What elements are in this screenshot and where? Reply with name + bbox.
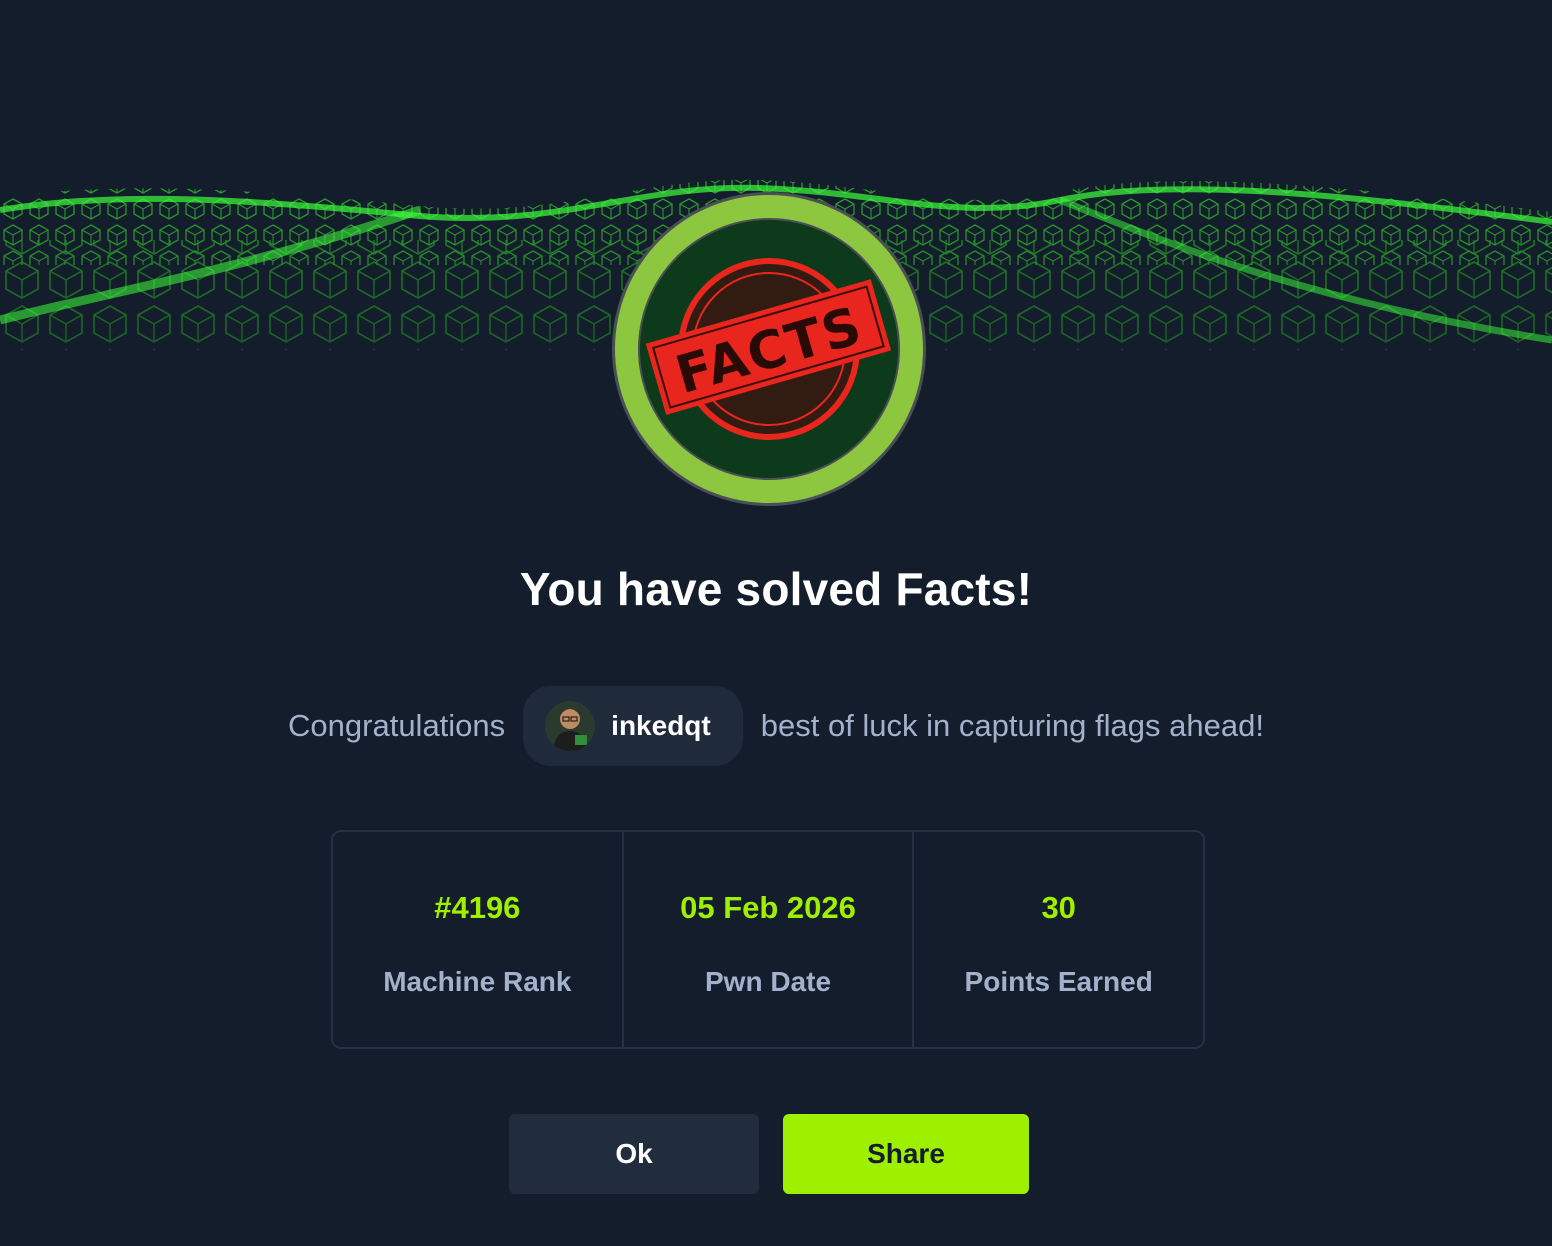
machine-badge-icon: FACTS xyxy=(610,190,928,508)
username: inkedqt xyxy=(611,710,711,741)
stat-label: Machine Rank xyxy=(383,966,572,997)
stat-label: Points Earned xyxy=(964,966,1153,997)
solved-dialog: FACTS You have solved Facts! Congratulat… xyxy=(0,0,1552,1246)
stats-panel: #4196 Machine Rank 05 Feb 2026 Pwn Date … xyxy=(331,830,1205,1049)
ok-button[interactable]: Ok xyxy=(509,1114,759,1194)
congrats-suffix: best of luck in capturing flags ahead! xyxy=(760,708,1264,743)
page-title: You have solved Facts! xyxy=(519,563,1033,615)
stat-value: 05 Feb 2026 xyxy=(680,890,856,925)
congrats-prefix: Congratulations xyxy=(288,708,506,743)
stat-value: #4196 xyxy=(434,890,521,925)
stat-points-earned: 30 Points Earned xyxy=(912,832,1203,1047)
stat-value: 30 xyxy=(1041,890,1076,925)
congrats-row: Congratulations inkedqt best of luck in … xyxy=(0,686,1552,766)
stat-pwn-date: 05 Feb 2026 Pwn Date xyxy=(621,832,913,1047)
user-pill[interactable]: inkedqt xyxy=(523,686,743,766)
stat-machine-rank: #4196 Machine Rank xyxy=(333,832,622,1047)
stat-label: Pwn Date xyxy=(704,966,832,997)
avatar xyxy=(545,701,596,751)
share-button[interactable]: Share xyxy=(783,1114,1029,1194)
